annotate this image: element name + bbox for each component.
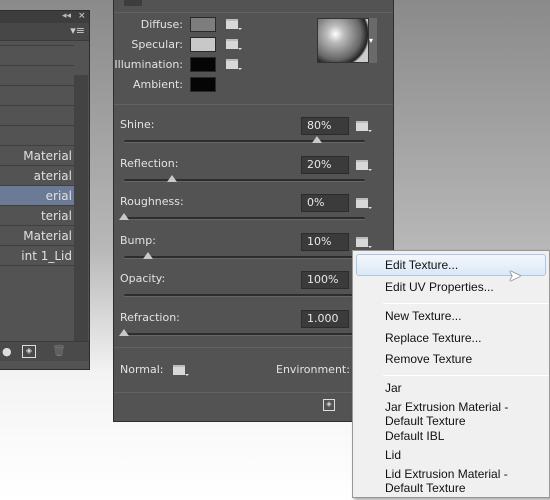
slider-value-input[interactable]: 80% <box>301 117 349 135</box>
folder-icon[interactable] <box>356 159 372 171</box>
mouse-cursor-icon: ➤ <box>508 266 522 285</box>
menu-item[interactable]: Jar Extrusion Material - Default Texture <box>385 400 545 428</box>
layer-row[interactable]: int 1_Lid <box>0 246 74 266</box>
ambient-swatch[interactable] <box>190 77 216 92</box>
slider-label: Shine: <box>120 118 155 131</box>
environment-label: Environment: <box>276 363 350 376</box>
slider-track[interactable] <box>124 294 365 297</box>
layer-row[interactable] <box>0 26 74 46</box>
layer-row[interactable] <box>0 46 74 66</box>
slider-value-input[interactable]: 0% <box>301 194 349 212</box>
layer-row[interactable]: terial <box>0 206 74 226</box>
slider-value-input[interactable]: 10% <box>301 232 349 251</box>
menu-item[interactable]: Lid Extrusion Material - Default Texture <box>385 467 545 495</box>
panel-footer: ● ◈ 🗑 <box>0 341 89 361</box>
slider-label: Opacity: <box>120 272 166 285</box>
layer-row[interactable]: Material <box>0 226 74 246</box>
slider-track[interactable] <box>124 332 365 336</box>
menu-item[interactable]: Lid <box>385 448 545 462</box>
layer-row[interactable] <box>0 126 74 146</box>
panel-title-bar: ◂◂ × <box>0 11 89 23</box>
menu-separator <box>383 303 549 304</box>
slider-track[interactable] <box>124 178 365 182</box>
menu-item[interactable]: Jar <box>385 381 545 395</box>
scrollbar[interactable] <box>74 75 88 341</box>
slider-thumb[interactable] <box>119 213 129 220</box>
slider-track[interactable] <box>124 140 365 143</box>
texture-icon[interactable] <box>226 19 242 30</box>
slider-value-input[interactable]: 1.000 <box>301 309 349 328</box>
specular-swatch[interactable] <box>190 37 216 52</box>
slider-track[interactable] <box>124 255 365 259</box>
normal-folder-icon[interactable] <box>173 365 189 376</box>
collapse-icon[interactable]: ◂◂ <box>62 11 71 21</box>
diffuse-label: Diffuse: <box>140 18 183 31</box>
folder-icon[interactable] <box>226 39 242 50</box>
menu-item[interactable]: Default IBL <box>385 429 545 443</box>
slider-value-input[interactable]: 20% <box>301 155 349 174</box>
normal-label: Normal: <box>120 363 164 376</box>
ambient-label: Ambient: <box>132 78 183 91</box>
texture-context-menu: Edit Texture... Edit UV Properties... New … <box>352 250 550 498</box>
materials-tab-icon[interactable] <box>124 0 142 6</box>
folder-icon[interactable] <box>356 198 372 209</box>
slider-label: Refraction: <box>120 310 180 324</box>
layer-row[interactable]: aterial <box>0 166 74 186</box>
slider-label: Roughness: <box>120 195 184 208</box>
specular-label: Specular: <box>131 38 183 51</box>
layer-row[interactable] <box>0 66 74 86</box>
slider-thumb[interactable] <box>311 136 322 143</box>
slider-value-input[interactable]: 100% <box>301 271 349 289</box>
layer-row[interactable] <box>0 86 74 106</box>
layer-row[interactable]: erial <box>0 186 74 206</box>
layer-row[interactable] <box>0 106 74 126</box>
slider-track[interactable] <box>124 217 365 220</box>
slider-thumb[interactable] <box>119 328 129 336</box>
folder-icon[interactable] <box>226 59 242 70</box>
light-icon[interactable]: ● <box>2 345 12 358</box>
menu-item[interactable]: Remove Texture <box>385 352 545 366</box>
illumination-label: Illumination: <box>114 58 183 71</box>
divider <box>114 12 393 13</box>
menu-separator <box>383 375 549 376</box>
layer-row[interactable]: Material <box>0 146 74 166</box>
slider-label: Reflection: <box>120 156 179 170</box>
folder-icon[interactable] <box>356 121 372 132</box>
illumination-swatch[interactable] <box>190 57 216 72</box>
menu-item[interactable]: New Texture... <box>385 309 545 323</box>
material-picker-dropdown[interactable]: ▾ <box>369 18 377 63</box>
layers-panel: ◂◂ × ▾≡ Material aterial erial terial Mater… <box>0 10 90 370</box>
delete-icon[interactable]: 🗑 <box>52 344 66 357</box>
divider <box>114 104 393 105</box>
slider-thumb[interactable] <box>167 174 178 182</box>
diffuse-swatch[interactable] <box>190 17 216 32</box>
slider-label: Bump: <box>120 233 156 247</box>
menu-item[interactable]: Replace Texture... <box>385 331 545 345</box>
close-icon[interactable]: × <box>78 11 86 21</box>
material-preview-thumbnail[interactable] <box>317 18 369 63</box>
slider-thumb[interactable] <box>143 251 154 259</box>
new-3d-object-icon[interactable]: ◈ <box>323 399 335 411</box>
new-3d-object-icon[interactable]: ◈ <box>22 345 36 358</box>
texture-icon[interactable] <box>356 236 372 248</box>
